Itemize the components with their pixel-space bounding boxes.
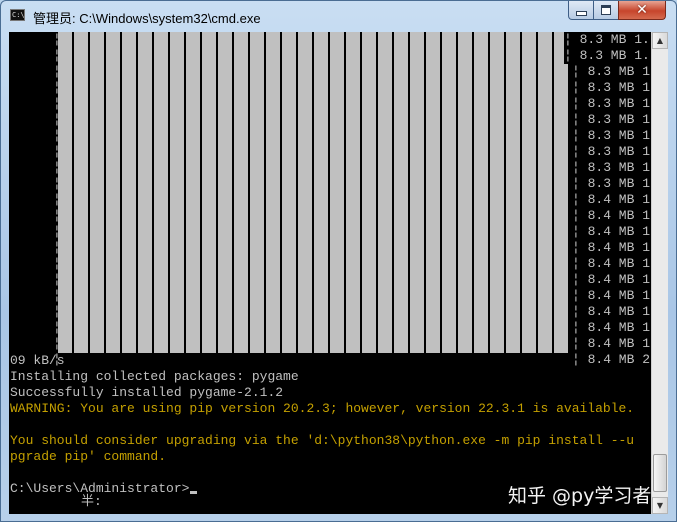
maximize-icon	[601, 5, 611, 15]
progress-row-label: ¦ 8.3 MB 1	[572, 160, 651, 175]
progress-bar-segment	[250, 32, 264, 353]
scroll-thumb[interactable]	[653, 454, 667, 492]
progress-left-tick: ¦	[53, 224, 61, 239]
progress-left-tick: ¦	[53, 304, 61, 319]
command-prompt[interactable]: C:\Users\Administrator>	[10, 481, 198, 497]
progress-row-label: ¦ 8.3 MB 1	[572, 176, 651, 191]
progress-bar-segment	[234, 32, 248, 353]
progress-row-label: ¦ 8.3 MB 1.	[564, 48, 650, 64]
progress-row-label: ¦ 8.3 MB 1.	[564, 32, 650, 48]
title-bar[interactable]: C:\ 管理员: C:\Windows\system32\cmd.exe ✕	[1, 1, 676, 31]
progress-bar-segment	[122, 32, 136, 353]
progress-bar-segment	[266, 32, 280, 353]
cmd-window: C:\ 管理员: C:\Windows\system32\cmd.exe ✕ ¦…	[0, 0, 677, 522]
console-area[interactable]: ¦ ¦ 8.3 MB 1. ¦ ¦ 8.3 MB 1. ¦ ¦ 8.3 MB 1 ¦ ¦ 8.…	[9, 32, 651, 514]
minimize-button[interactable]	[568, 1, 594, 20]
warning-line: WARNING: You are using pip version 20.2.…	[10, 401, 635, 416]
progress-left-tick: ¦	[53, 176, 61, 191]
progress-row-label: ¦ 8.4 MB 1	[572, 192, 651, 207]
success-line: Successfully installed pygame-2.1.2	[10, 385, 284, 400]
progress-bar-segment	[282, 32, 296, 353]
progress-row-label: ¦ 8.4 MB 2	[572, 352, 651, 367]
upgrade-line-1: You should consider upgrading via the 'd…	[10, 433, 635, 448]
progress-left-tick: ¦	[53, 64, 61, 79]
speed-tail-line: 09 kB/s	[10, 353, 65, 368]
maximize-button[interactable]	[593, 1, 619, 20]
progress-bar-segment	[442, 32, 456, 353]
progress-left-tick: ¦	[53, 272, 61, 287]
progress-left-tick: ¦	[53, 32, 61, 47]
progress-bar-segment	[474, 32, 488, 353]
progress-left-tick: ¦	[53, 336, 61, 351]
progress-left-tick: ¦	[53, 128, 61, 143]
progress-bar-segment	[74, 32, 88, 353]
progress-bar-segment	[426, 32, 440, 353]
progress-bar-segment	[90, 32, 104, 353]
progress-bar-segment	[170, 32, 184, 353]
progress-row-label: ¦ 8.3 MB 1	[572, 144, 651, 159]
progress-bar-segment	[154, 32, 168, 353]
progress-bar-segment	[554, 32, 568, 353]
progress-row-label: ¦ 8.3 MB 1	[572, 64, 651, 79]
upgrade-line-2: pgrade pip' command.	[10, 449, 167, 464]
progress-bar-segment	[218, 32, 232, 353]
progress-left-tick: ¦	[53, 96, 61, 111]
progress-left-tick: ¦	[53, 256, 61, 271]
progress-bar-segment	[314, 32, 328, 353]
vertical-scrollbar[interactable]: ▲ ▼	[651, 32, 668, 514]
progress-bar-segment	[458, 32, 472, 353]
progress-left-tick: ¦	[53, 208, 61, 223]
progress-row-label: ¦ 8.3 MB 1	[572, 128, 651, 143]
progress-left-tick: ¦	[53, 80, 61, 95]
close-icon: ✕	[636, 2, 648, 18]
ime-indicator: 半:	[81, 494, 102, 509]
progress-bar-segment	[522, 32, 536, 353]
progress-bar-segment	[106, 32, 120, 353]
progress-left-tick: ¦	[53, 320, 61, 335]
watermark-text: 知乎 @py学习者	[508, 485, 652, 507]
progress-bar-segment	[202, 32, 216, 353]
cmd-icon[interactable]: C:\	[10, 9, 25, 21]
progress-row-label: ¦ 8.4 MB 1	[572, 208, 651, 223]
progress-left-tick: ¦	[53, 144, 61, 159]
progress-row-label: ¦ 8.4 MB 1	[572, 336, 651, 351]
progress-row-label: ¦ 8.4 MB 1	[572, 240, 651, 255]
progress-bar-area	[57, 32, 568, 353]
progress-left-tick: ¦	[53, 112, 61, 127]
progress-bar-segment	[410, 32, 424, 353]
progress-bar-segment	[394, 32, 408, 353]
progress-row-label: ¦ 8.4 MB 1	[572, 304, 651, 319]
progress-left-tick: ¦	[53, 240, 61, 255]
scroll-up-button[interactable]: ▲	[652, 32, 668, 49]
progress-bar-segment	[298, 32, 312, 353]
minimize-icon	[575, 10, 587, 16]
progress-left-tick: ¦	[53, 160, 61, 175]
progress-left-tick: ¦	[53, 192, 61, 207]
progress-left-tick: ¦	[53, 288, 61, 303]
progress-left-tick: ¦	[53, 48, 61, 63]
progress-bar-segment	[378, 32, 392, 353]
close-button[interactable]: ✕	[618, 1, 666, 20]
progress-bar-segment	[330, 32, 344, 353]
progress-bar-segment	[138, 32, 152, 353]
progress-row-label: ¦ 8.3 MB 1	[572, 112, 651, 127]
progress-row-label: ¦ 8.4 MB 1	[572, 320, 651, 335]
progress-bar-segment	[362, 32, 376, 353]
progress-row-label: ¦ 8.4 MB 1	[572, 224, 651, 239]
text-cursor	[190, 491, 198, 494]
window-title: 管理员: C:\Windows\system32\cmd.exe	[33, 11, 261, 26]
progress-bar-segment	[538, 32, 552, 353]
progress-row-label: ¦ 8.4 MB 1	[572, 272, 651, 287]
progress-bar-segment	[346, 32, 360, 353]
progress-bar-segment	[506, 32, 520, 353]
progress-row-label: ¦ 8.4 MB 1	[572, 288, 651, 303]
progress-row-label: ¦ 8.3 MB 1	[572, 80, 651, 95]
progress-bar-segment	[186, 32, 200, 353]
scroll-down-button[interactable]: ▼	[652, 497, 668, 514]
progress-row-label: ¦ 8.3 MB 1	[572, 96, 651, 111]
installing-line: Installing collected packages: pygame	[10, 369, 299, 384]
progress-bar-segment	[490, 32, 504, 353]
progress-row-label: ¦ 8.4 MB 1	[572, 256, 651, 271]
